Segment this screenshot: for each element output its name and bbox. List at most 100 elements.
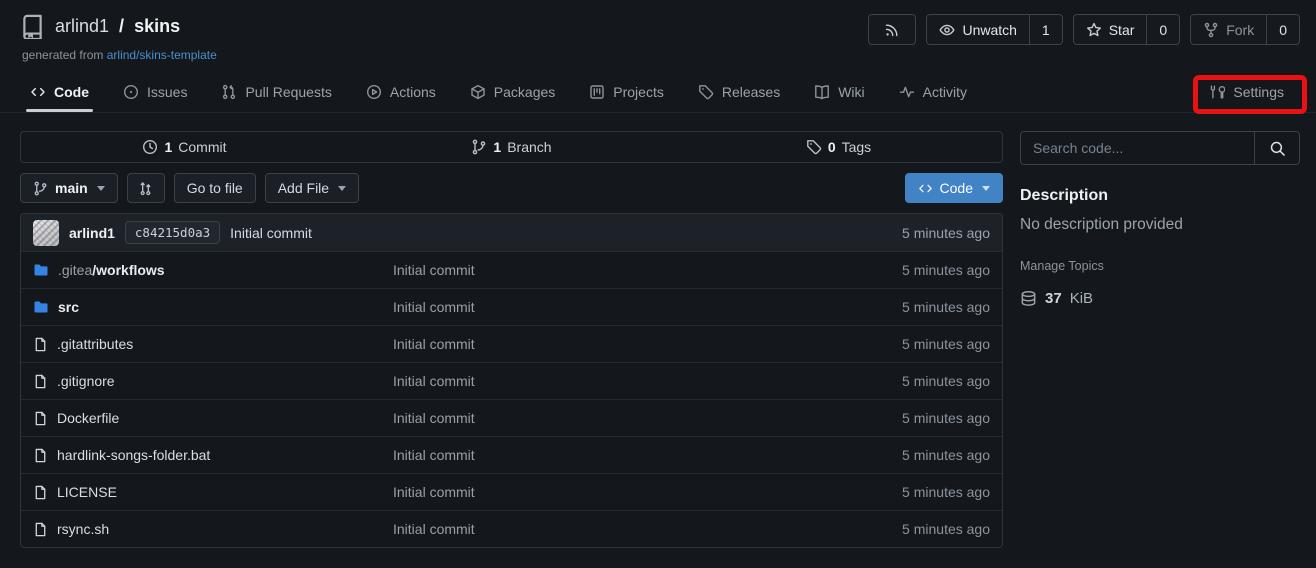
file-link[interactable]: Dockerfile — [33, 410, 393, 426]
chevron-down-icon — [338, 186, 346, 191]
star-button[interactable]: Star — [1074, 15, 1147, 44]
table-row[interactable]: rsync.sh Initial commit 5 minutes ago — [21, 510, 1002, 547]
table-row[interactable]: Dockerfile Initial commit 5 minutes ago — [21, 399, 1002, 436]
code-search-box — [1020, 131, 1300, 165]
tab-projects[interactable]: Projects — [589, 72, 664, 112]
repo-title: arlind1 / skins — [20, 14, 217, 39]
commit-author[interactable]: arlind1 — [69, 225, 115, 241]
search-icon — [1269, 140, 1286, 157]
tab-releases[interactable]: Releases — [698, 72, 780, 112]
table-row[interactable]: .gitea/workflows Initial commit 5 minute… — [21, 251, 1002, 288]
watchers-count[interactable]: 1 — [1029, 15, 1062, 44]
file-link[interactable]: LICENSE — [33, 484, 393, 500]
file-commit-message[interactable]: Initial commit — [393, 262, 902, 278]
tab-code[interactable]: Code — [30, 72, 89, 112]
watch-button-group: Unwatch 1 — [926, 14, 1062, 45]
code-toolbar: main Go to file Add File — [20, 173, 1003, 203]
search-button[interactable] — [1254, 132, 1299, 164]
tab-issues[interactable]: Issues — [123, 72, 187, 112]
table-row[interactable]: .gitignore Initial commit 5 minutes ago — [21, 362, 1002, 399]
add-file-button[interactable]: Add File — [265, 173, 359, 203]
tab-wiki[interactable]: Wiki — [814, 72, 864, 112]
search-input[interactable] — [1021, 132, 1254, 164]
file-commit-message[interactable]: Initial commit — [393, 521, 902, 537]
branches-stat[interactable]: 1 Branch — [348, 139, 675, 155]
file-link[interactable]: .gitignore — [33, 373, 393, 389]
tab-activity[interactable]: Activity — [899, 72, 967, 112]
file-commit-message[interactable]: Initial commit — [393, 336, 902, 352]
pull-request-icon — [221, 84, 237, 100]
branch-icon — [33, 181, 48, 196]
latest-commit-row: arlind1 c84215d0a3 Initial commit 5 minu… — [21, 214, 1002, 251]
branch-selector[interactable]: main — [20, 173, 118, 203]
table-row[interactable]: .gitattributes Initial commit 5 minutes … — [21, 325, 1002, 362]
file-link[interactable]: rsync.sh — [33, 521, 393, 537]
compare-button[interactable] — [127, 173, 165, 203]
file-commit-time: 5 minutes ago — [902, 447, 990, 463]
file-commit-message[interactable]: Initial commit — [393, 373, 902, 389]
database-icon — [1020, 290, 1037, 307]
file-commit-time: 5 minutes ago — [902, 373, 990, 389]
branch-icon — [471, 139, 487, 155]
rss-icon — [884, 22, 900, 38]
repo-header: arlind1 / skins generated from arlind/sk… — [0, 0, 1316, 62]
size-value: 37 — [1045, 290, 1062, 307]
file-icon — [33, 448, 48, 463]
commit-time: 5 minutes ago — [902, 225, 990, 241]
go-to-file-button[interactable]: Go to file — [174, 173, 256, 203]
commit-author-avatar[interactable] — [33, 220, 59, 246]
tools-icon — [1209, 84, 1225, 100]
table-row[interactable]: LICENSE Initial commit 5 minutes ago — [21, 473, 1002, 510]
stars-count[interactable]: 0 — [1146, 15, 1179, 44]
fork-icon — [1203, 22, 1219, 38]
forks-count[interactable]: 0 — [1266, 15, 1299, 44]
file-commit-message[interactable]: Initial commit — [393, 447, 902, 463]
file-link[interactable]: src — [33, 299, 393, 315]
file-commit-time: 5 minutes ago — [902, 410, 990, 426]
file-commit-message[interactable]: Initial commit — [393, 484, 902, 500]
file-icon — [33, 522, 48, 537]
repo-sidebar: Description No description provided Mana… — [1020, 131, 1300, 548]
repo-owner-link[interactable]: arlind1 — [55, 16, 109, 37]
tab-actions[interactable]: Actions — [366, 72, 436, 112]
table-row[interactable]: hardlink-songs-folder.bat Initial commit… — [21, 436, 1002, 473]
chevron-down-icon — [97, 186, 105, 191]
fork-button[interactable]: Fork — [1191, 15, 1266, 44]
file-commit-time: 5 minutes ago — [902, 484, 990, 500]
manage-topics-link[interactable]: Manage Topics — [1020, 259, 1300, 273]
unwatch-button[interactable]: Unwatch — [927, 15, 1028, 44]
settings-tab-area: Settings — [1193, 72, 1300, 112]
commits-stat[interactable]: 1 Commit — [21, 139, 348, 155]
tab-packages[interactable]: Packages — [470, 72, 555, 112]
file-link[interactable]: .gitea/workflows — [33, 262, 393, 278]
repo-stats-bar: 1 Commit 1 Branch 0 Tags — [20, 131, 1003, 163]
commit-message[interactable]: Initial commit — [230, 225, 312, 241]
star-button-group: Star 0 — [1073, 14, 1180, 45]
package-icon — [470, 84, 486, 100]
tab-pull-requests[interactable]: Pull Requests — [221, 72, 331, 112]
eye-icon — [939, 22, 955, 38]
file-commit-message[interactable]: Initial commit — [393, 410, 902, 426]
file-icon — [33, 337, 48, 352]
issue-icon — [123, 84, 139, 100]
file-link[interactable]: hardlink-songs-folder.bat — [33, 447, 393, 463]
file-commit-message[interactable]: Initial commit — [393, 299, 902, 315]
table-row[interactable]: src Initial commit 5 minutes ago — [21, 288, 1002, 325]
code-download-button[interactable]: Code — [905, 173, 1003, 203]
file-icon — [33, 411, 48, 426]
code-icon — [30, 84, 46, 100]
commit-hash[interactable]: c84215d0a3 — [125, 221, 220, 244]
activity-icon — [899, 84, 915, 100]
file-link[interactable]: .gitattributes — [33, 336, 393, 352]
tab-settings[interactable]: Settings — [1209, 84, 1284, 100]
fork-button-group: Fork 0 — [1190, 14, 1300, 45]
size-unit: KiB — [1070, 290, 1093, 307]
repo-name-link[interactable]: skins — [134, 16, 180, 37]
template-repo-link[interactable]: arlind/skins-template — [107, 48, 217, 62]
star-icon — [1086, 22, 1102, 38]
generated-from: generated from arlind/skins-template — [22, 48, 217, 62]
repo-tabs: Code Issues Pull Requests Actions Packag… — [0, 72, 1316, 113]
chevron-down-icon — [982, 186, 990, 191]
rss-button[interactable] — [868, 14, 916, 45]
tags-stat[interactable]: 0 Tags — [675, 139, 1002, 155]
